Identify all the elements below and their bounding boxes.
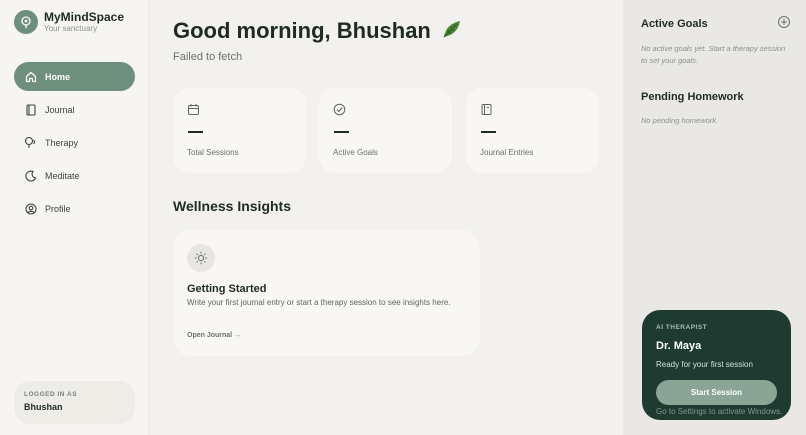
home-icon	[24, 70, 37, 83]
plus-icon	[781, 19, 787, 25]
right-panel: Active Goals No active goals yet. Start …	[623, 0, 806, 435]
nav-item-label: Therapy	[45, 137, 79, 148]
insight-title: Getting Started	[187, 283, 267, 295]
nav-item-profile[interactable]: Profile	[14, 194, 135, 223]
start-session-button[interactable]: Start Session	[656, 380, 777, 405]
brand-name: MyMindSpace	[44, 10, 125, 24]
insight-description: Write your first journal entry or start …	[187, 298, 451, 307]
stat-label: Journal Entries	[480, 148, 534, 157]
moon-icon	[24, 169, 37, 182]
stat-card-sessions: Total Sessions	[173, 88, 306, 173]
brain-icon	[14, 10, 38, 34]
user-icon	[24, 202, 37, 215]
page-title: Good morning, Bhushan	[173, 18, 463, 46]
account-label: LOGGED IN AS	[24, 391, 78, 398]
main-nav: Home Journal Therapy Meditate Profile	[14, 62, 135, 227]
ai-card-label: AI THERAPIST	[656, 324, 708, 331]
stat-card-goals: Active Goals	[319, 88, 452, 173]
ai-status-text: Ready for your first session	[656, 360, 753, 369]
nav-item-home[interactable]: Home	[14, 62, 135, 91]
stat-value	[334, 131, 349, 133]
sidebar: MyMindSpace Your sanctuary Home Journal …	[0, 0, 149, 435]
status-message: Failed to fetch	[173, 51, 243, 63]
nav-item-label: Meditate	[45, 170, 80, 181]
calendar-icon	[187, 103, 200, 116]
ai-therapist-name: Dr. Maya	[656, 340, 702, 352]
homework-empty-text: No pending homework.	[641, 116, 719, 125]
stat-label: Active Goals	[333, 148, 378, 157]
stat-value	[188, 131, 203, 133]
stat-value	[481, 131, 496, 133]
check-circle-icon	[333, 103, 346, 116]
stat-card-journal: Journal Entries	[466, 88, 599, 173]
goals-empty-text: No active goals yet. Start a therapy ses…	[641, 44, 786, 65]
journal-icon	[480, 103, 493, 116]
account-name: Bhushan	[24, 402, 63, 412]
ai-therapist-card: AI THERAPIST Dr. Maya Ready for your fir…	[642, 310, 791, 420]
account-card[interactable]: LOGGED IN AS Bhushan	[14, 381, 135, 424]
nav-item-label: Journal	[45, 104, 75, 115]
nav-item-journal[interactable]: Journal	[14, 95, 135, 124]
add-goal-button[interactable]	[778, 16, 790, 28]
open-journal-link[interactable]: Open Journal →	[187, 332, 241, 339]
therapy-icon	[24, 136, 37, 149]
main-content: Good morning, Bhushan Failed to fetch To…	[149, 0, 623, 435]
nav-item-meditate[interactable]: Meditate	[14, 161, 135, 190]
goals-title: Active Goals	[641, 18, 708, 30]
nav-item-label: Profile	[45, 203, 71, 214]
nav-item-label: Home	[45, 71, 71, 82]
activate-windows-watermark: Go to Settings to activate Windows.	[656, 407, 783, 416]
nav-item-therapy[interactable]: Therapy	[14, 128, 135, 157]
book-icon	[24, 103, 37, 116]
brand-tagline: Your sanctuary	[44, 24, 98, 33]
homework-title: Pending Homework	[641, 91, 744, 103]
section-title-insights: Wellness Insights	[173, 198, 291, 214]
brand[interactable]: MyMindSpace Your sanctuary	[14, 10, 124, 34]
stat-label: Total Sessions	[187, 148, 239, 157]
insight-card: Getting Started Write your first journal…	[173, 230, 480, 356]
sun-icon	[187, 244, 215, 272]
leaf-icon	[441, 18, 463, 46]
greeting-text: Good morning, Bhushan	[173, 18, 431, 43]
